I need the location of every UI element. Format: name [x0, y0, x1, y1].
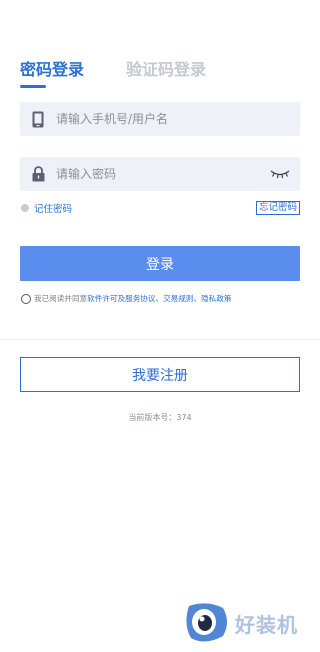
password-input[interactable] — [56, 157, 260, 191]
login-page: 密码登录 验证码登录 请输入手机号/用户名 记住密码 忘记密码 登录 我已阅读并… — [0, 0, 320, 652]
eye-closed-icon[interactable] — [260, 169, 300, 179]
tab-password-login-label[interactable]: 密码登录 — [20, 60, 84, 79]
agreement-row: 我已阅读并同意 软件许可及服务协议 、 交易规则 、 隐私政策 — [21, 293, 231, 304]
login-button[interactable]: 登录 — [20, 246, 300, 281]
login-tabs: 密码登录 验证码登录 — [20, 58, 206, 88]
password-field — [20, 157, 300, 191]
account-input[interactable] — [56, 102, 300, 136]
active-tab-indicator — [20, 85, 46, 88]
watermark: 好装机 — [183, 602, 298, 644]
watermark-text: 好装机 — [235, 612, 298, 637]
remember-password-toggle[interactable]: 记住密码 — [21, 201, 72, 215]
privacy-policy-link[interactable]: 隐私政策 — [201, 293, 231, 304]
watermark-logo-icon — [186, 603, 227, 642]
license-agreement-link[interactable]: 软件许可及服务协议 — [87, 293, 155, 304]
agreement-prefix: 我已阅读并同意 — [34, 294, 88, 303]
agreement-separator-2: 、 — [193, 294, 202, 303]
phone-icon — [20, 111, 56, 128]
lock-icon — [20, 166, 56, 182]
agreement-separator-1: 、 — [155, 294, 164, 303]
remember-radio[interactable] — [21, 204, 29, 212]
section-divider — [0, 339, 320, 340]
register-button[interactable]: 我要注册 — [20, 357, 300, 392]
account-field — [20, 102, 300, 136]
agreement-checkbox[interactable] — [21, 293, 31, 304]
trading-rules-link[interactable]: 交易规则 — [163, 293, 193, 304]
tab-password-login[interactable]: 密码登录 — [20, 58, 84, 88]
forgot-password-link[interactable]: 忘记密码 — [255, 201, 300, 215]
remember-password-label: 记住密码 — [34, 204, 73, 215]
tab-code-login[interactable]: 验证码登录 — [126, 58, 206, 82]
version-label: 当前版本号：374 — [128, 413, 192, 422]
